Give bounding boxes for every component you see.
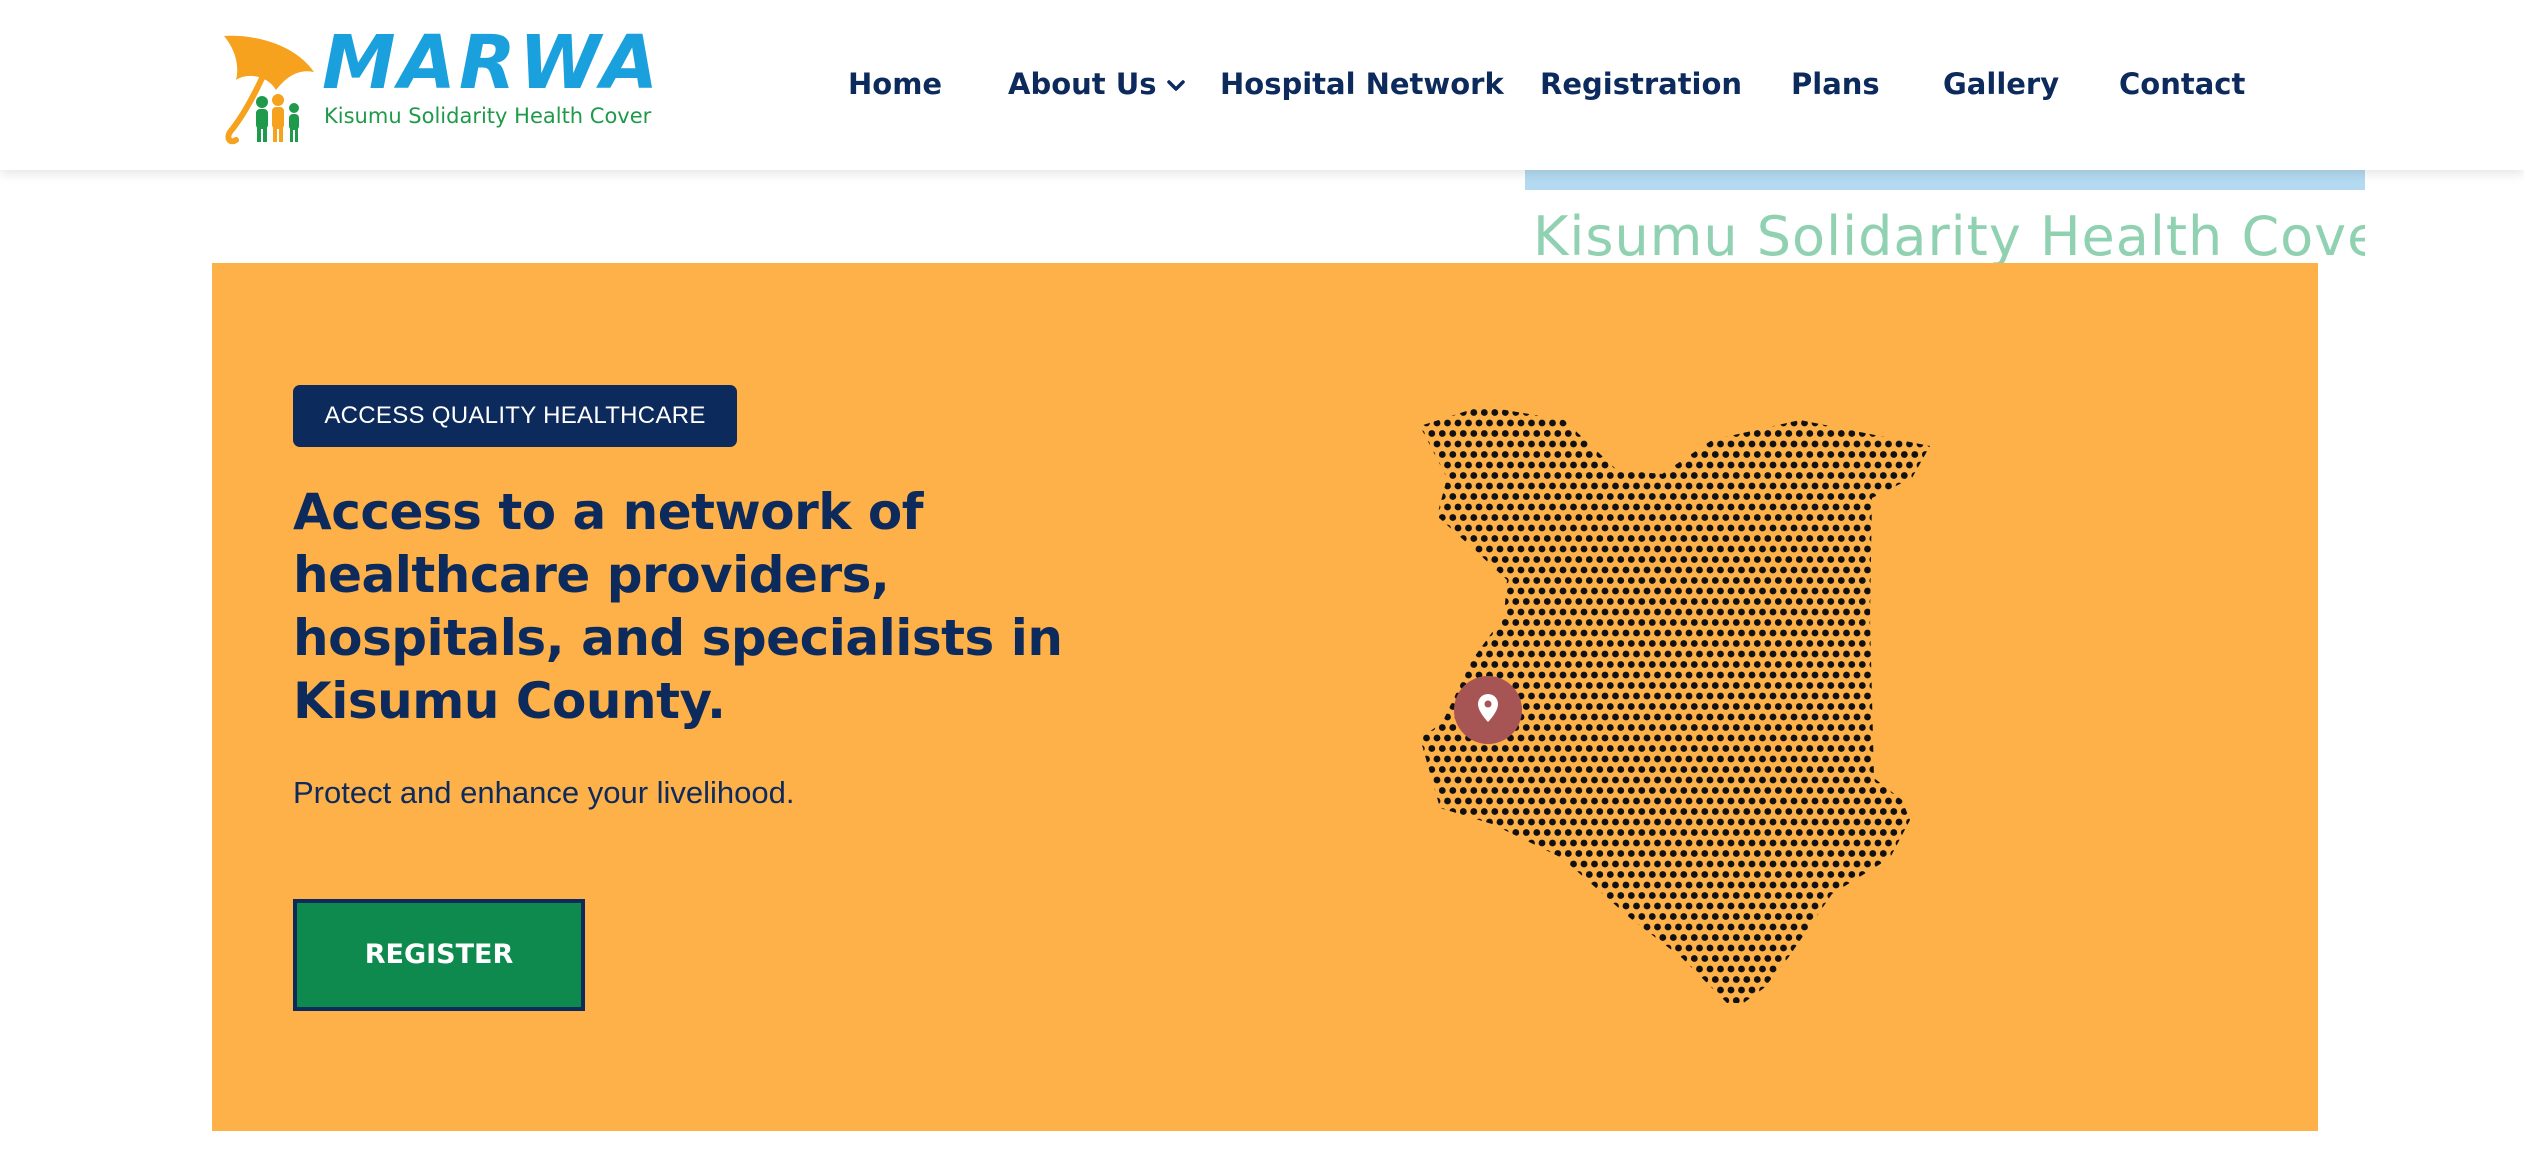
watermark-tagline: Kisumu Solidarity Health Cover <box>1533 205 2365 268</box>
register-button[interactable]: REGISTER <box>293 899 585 1011</box>
site-header: MARWA Kisumu Solidarity Health Cover Hom… <box>0 0 2524 170</box>
logo-tagline: Kisumu Solidarity Health Cover <box>324 104 652 128</box>
nav-home[interactable]: Home <box>848 64 942 104</box>
nav-contact[interactable]: Contact <box>2119 64 2245 104</box>
kenya-map-dotted <box>1420 409 1930 1003</box>
logo-title: MARWA <box>322 20 662 106</box>
hero-headline: Access to a network of healthcare provid… <box>293 483 1063 730</box>
watermark-ghost <box>1525 170 2365 190</box>
hero-subtext: Protect and enhance your livelihood. <box>293 775 795 810</box>
nav-plans[interactable]: Plans <box>1791 64 1880 104</box>
nav-about-us[interactable]: About Us <box>1008 64 1185 104</box>
family-icon <box>256 94 299 142</box>
watermark-logo: Kisumu Solidarity Health Cover <box>1525 170 2365 270</box>
site-logo[interactable]: MARWA Kisumu Solidarity Health Cover <box>218 26 658 146</box>
chevron-down-icon <box>1166 80 1185 91</box>
nav-about-us-label: About Us <box>1008 67 1157 101</box>
nav-gallery[interactable]: Gallery <box>1943 64 2059 104</box>
hero-badge: ACCESS QUALITY HEALTHCARE <box>293 385 737 447</box>
nav-registration[interactable]: Registration <box>1540 64 1742 104</box>
location-pin-icon <box>1454 676 1522 744</box>
hero-section: ACCESS QUALITY HEALTHCARE Access to a ne… <box>212 263 2318 1131</box>
nav-hospital-network[interactable]: Hospital Network <box>1220 64 1504 104</box>
